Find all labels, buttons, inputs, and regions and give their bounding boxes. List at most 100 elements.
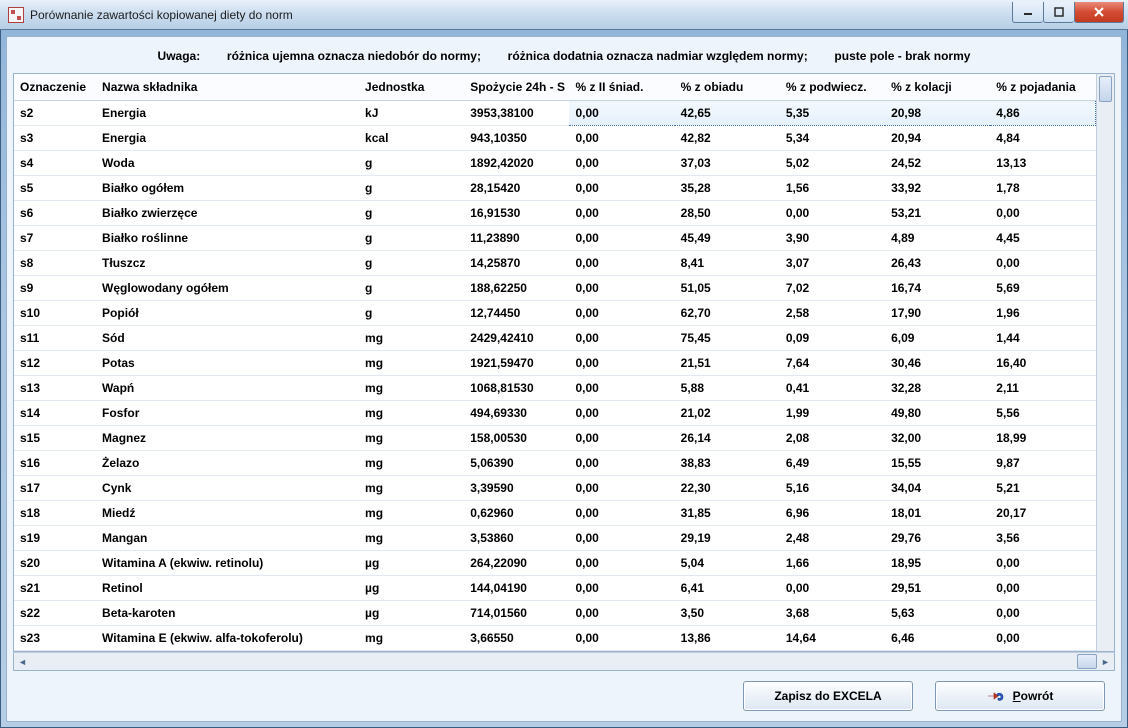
- col-nazwa[interactable]: Nazwa składnika: [96, 74, 359, 101]
- cell-p5: 4,84: [990, 126, 1095, 151]
- col-jednostka[interactable]: Jednostka: [359, 74, 464, 101]
- table-row[interactable]: s22Beta-karotenµg714,015600,003,503,685,…: [14, 601, 1096, 626]
- cell-p3: 0,41: [780, 376, 885, 401]
- table-row[interactable]: s4Wodag1892,420200,0037,035,0224,5213,13: [14, 151, 1096, 176]
- cell-p1: 0,00: [569, 401, 674, 426]
- table-row[interactable]: s7Białko roślinneg11,238900,0045,493,904…: [14, 226, 1096, 251]
- table-row[interactable]: s5Białko ogółemg28,154200,0035,281,5633,…: [14, 176, 1096, 201]
- cell-p3: 3,68: [780, 601, 885, 626]
- col-podwiecz[interactable]: % z podwiecz.: [780, 74, 885, 101]
- cell-p4: 4,89: [885, 226, 990, 251]
- cell-p5: 0,00: [990, 576, 1095, 601]
- table-row[interactable]: s2EnergiakJ3953,381000,0042,655,3520,984…: [14, 101, 1096, 126]
- cell-p3: 1,56: [780, 176, 885, 201]
- cell-p4: 24,52: [885, 151, 990, 176]
- cell-id: s16: [14, 451, 96, 476]
- hscroll-track[interactable]: [31, 653, 1097, 670]
- col-obiad[interactable]: % z obiadu: [675, 74, 780, 101]
- cell-p5: 1,44: [990, 326, 1095, 351]
- maximize-button[interactable]: [1043, 2, 1074, 23]
- warning-part3: puste pole - brak normy: [834, 49, 970, 63]
- table-row[interactable]: s8Tłuszczg14,258700,008,413,0726,430,00: [14, 251, 1096, 276]
- cell-intake: 16,91530: [464, 201, 569, 226]
- cell-p2: 6,41: [675, 576, 780, 601]
- table-row[interactable]: s20Witamina A (ekwiw. retinolu)µg264,220…: [14, 551, 1096, 576]
- table-row[interactable]: s6Białko zwierzęceg16,915300,0028,500,00…: [14, 201, 1096, 226]
- table-row[interactable]: s15Magnezmg158,005300,0026,142,0832,0018…: [14, 426, 1096, 451]
- cell-p2: 21,02: [675, 401, 780, 426]
- cell-intake: 158,00530: [464, 426, 569, 451]
- cell-unit: mg: [359, 501, 464, 526]
- cell-p4: 15,55: [885, 451, 990, 476]
- cell-p4: 18,95: [885, 551, 990, 576]
- cell-p4: 20,98: [885, 101, 990, 126]
- cell-p5: 5,21: [990, 476, 1095, 501]
- cell-intake: 494,69330: [464, 401, 569, 426]
- cell-p5: 0,00: [990, 551, 1095, 576]
- table-row[interactable]: s12Potasmg1921,594700,0021,517,6430,4616…: [14, 351, 1096, 376]
- cell-intake: 11,23890: [464, 226, 569, 251]
- cell-p4: 49,80: [885, 401, 990, 426]
- cell-id: s6: [14, 201, 96, 226]
- table-row[interactable]: s18Miedźmg0,629600,0031,856,9618,0120,17: [14, 501, 1096, 526]
- hscroll-thumb[interactable]: [1077, 654, 1097, 669]
- table-row[interactable]: s19Manganmg3,538600,0029,192,4829,763,56: [14, 526, 1096, 551]
- cell-unit: µg: [359, 551, 464, 576]
- cell-intake: 28,15420: [464, 176, 569, 201]
- cell-unit: µg: [359, 576, 464, 601]
- table-row[interactable]: s21Retinolµg144,041900,006,410,0029,510,…: [14, 576, 1096, 601]
- cell-p5: 9,87: [990, 451, 1095, 476]
- cell-id: s18: [14, 501, 96, 526]
- hscroll-right-arrow[interactable]: ►: [1097, 653, 1114, 670]
- cell-p1: 0,00: [569, 301, 674, 326]
- cell-intake: 3,39590: [464, 476, 569, 501]
- col-sniad2[interactable]: % z II śniad.: [569, 74, 674, 101]
- cell-p1: 0,00: [569, 101, 674, 126]
- table-row[interactable]: s11Sódmg2429,424100,0075,450,096,091,44: [14, 326, 1096, 351]
- cell-p1: 0,00: [569, 426, 674, 451]
- cell-p2: 26,14: [675, 426, 780, 451]
- cell-intake: 943,10350: [464, 126, 569, 151]
- table-row[interactable]: s14Fosformg494,693300,0021,021,9949,805,…: [14, 401, 1096, 426]
- cell-name: Sód: [96, 326, 359, 351]
- data-table-scroll[interactable]: Oznaczenie Nazwa składnika Jednostka Spo…: [14, 74, 1096, 651]
- cell-p1: 0,00: [569, 551, 674, 576]
- table-row[interactable]: s17Cynkmg3,395900,0022,305,1634,045,21: [14, 476, 1096, 501]
- cell-p2: 21,51: [675, 351, 780, 376]
- vertical-scrollbar[interactable]: [1096, 74, 1114, 651]
- minimize-button[interactable]: [1012, 2, 1043, 23]
- table-row[interactable]: s9Węglowodany ogółemg188,622500,0051,057…: [14, 276, 1096, 301]
- cell-id: s14: [14, 401, 96, 426]
- horizontal-scrollbar[interactable]: ◄ ►: [13, 652, 1115, 671]
- cell-p4: 16,74: [885, 276, 990, 301]
- cell-p2: 13,86: [675, 626, 780, 651]
- cell-p2: 28,50: [675, 201, 780, 226]
- col-kolacja[interactable]: % z kolacji: [885, 74, 990, 101]
- cell-name: Energia: [96, 101, 359, 126]
- table-row[interactable]: s10Popiółg12,744500,0062,702,5817,901,96: [14, 301, 1096, 326]
- cell-intake: 1892,42020: [464, 151, 569, 176]
- cell-p1: 0,00: [569, 451, 674, 476]
- data-table: Oznaczenie Nazwa składnika Jednostka Spo…: [14, 74, 1096, 651]
- table-row[interactable]: s23Witamina E (ekwiw. alfa-tokoferolu)mg…: [14, 626, 1096, 651]
- table-row[interactable]: s16Żelazomg5,063900,0038,836,4915,559,87: [14, 451, 1096, 476]
- vertical-scrollbar-thumb[interactable]: [1099, 76, 1112, 102]
- back-button[interactable]: Powrót: [935, 681, 1105, 711]
- save-to-excel-button[interactable]: Zapisz do EXCELA: [743, 681, 913, 711]
- hscroll-left-arrow[interactable]: ◄: [14, 653, 31, 670]
- cell-name: Retinol: [96, 576, 359, 601]
- cell-p4: 34,04: [885, 476, 990, 501]
- cell-p1: 0,00: [569, 251, 674, 276]
- cell-id: s4: [14, 151, 96, 176]
- cell-id: s5: [14, 176, 96, 201]
- cell-id: s3: [14, 126, 96, 151]
- cell-intake: 188,62250: [464, 276, 569, 301]
- cell-p4: 6,46: [885, 626, 990, 651]
- table-row[interactable]: s3Energiakcal943,103500,0042,825,3420,94…: [14, 126, 1096, 151]
- col-spozycie[interactable]: Spożycie 24h - S: [464, 74, 569, 101]
- close-button[interactable]: [1074, 2, 1124, 23]
- cell-intake: 144,04190: [464, 576, 569, 601]
- col-oznaczenie[interactable]: Oznaczenie: [14, 74, 96, 101]
- col-pojadanie[interactable]: % z pojadania: [990, 74, 1095, 101]
- table-row[interactable]: s13Wapńmg1068,815300,005,880,4132,282,11: [14, 376, 1096, 401]
